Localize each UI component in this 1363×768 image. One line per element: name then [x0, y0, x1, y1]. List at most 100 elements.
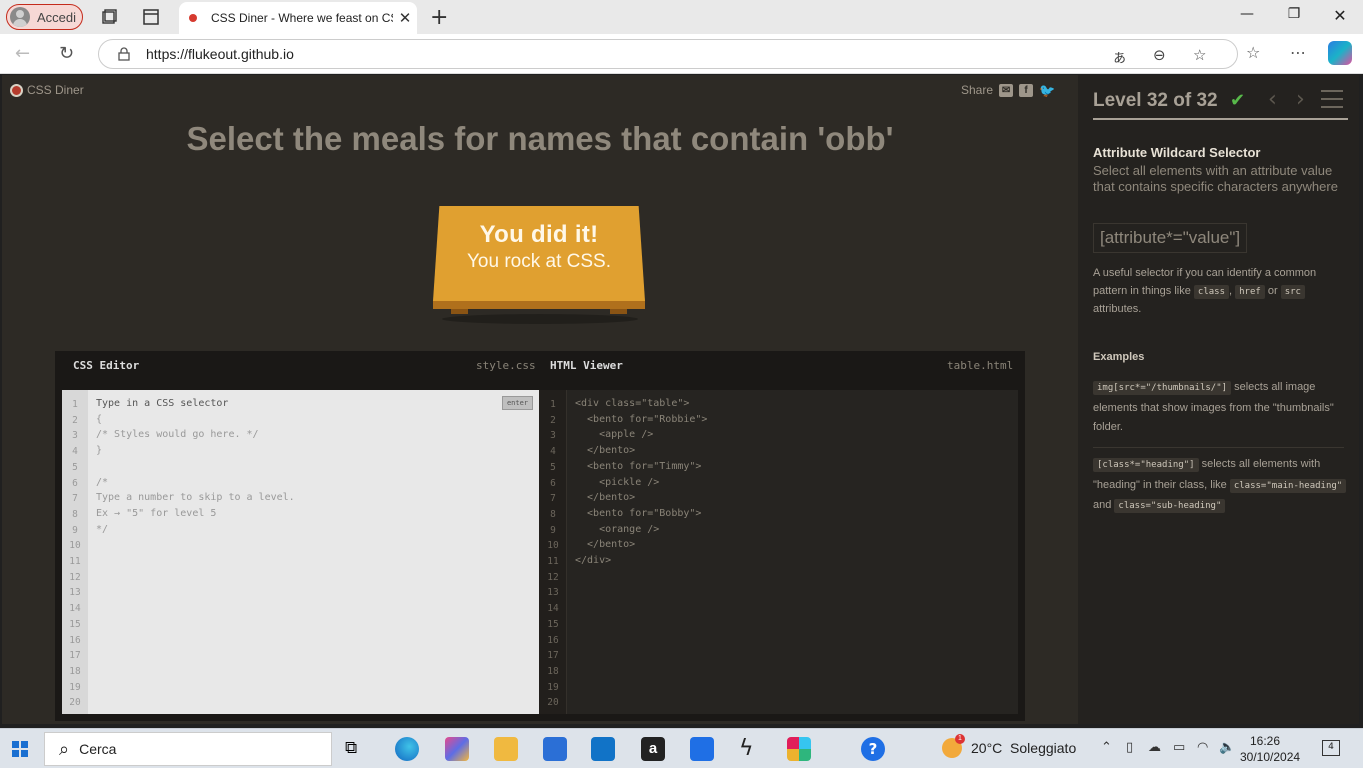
share-bar: Share ✉ f 🐦: [961, 83, 1055, 97]
outlook-icon[interactable]: [591, 737, 615, 761]
table-leg: [451, 309, 468, 314]
weather-widget[interactable]: 1 20°C Soleggiato: [942, 734, 1077, 758]
example-code: [class*="heading"]: [1093, 458, 1199, 472]
line-number: 8: [550, 508, 556, 520]
help-icon[interactable]: ?: [861, 737, 885, 761]
html-viewer-pane: 1 2 3 4 5 6 7 8 9 10 11 12 13 14 15 16 17 18 19 20 <div cla…: [539, 390, 1018, 714]
volume-icon[interactable]: 🔈: [1219, 740, 1235, 755]
code-line: Ex → "5" for level 5: [96, 507, 217, 519]
read-aloud-icon[interactable]: ぁ: [1112, 46, 1127, 67]
minimize-button[interactable]: —: [1232, 6, 1262, 22]
enter-button[interactable]: enter: [502, 396, 533, 410]
line-number: 18: [69, 665, 81, 677]
more-icon[interactable]: ⋯: [1290, 43, 1306, 62]
examples-title: Examples: [1093, 351, 1145, 363]
code-line: <div class="table">: [575, 398, 690, 409]
url-field[interactable]: https://flukeout.github.io ぁ ⊖ ☆: [98, 39, 1238, 69]
selector-syntax: [attribute*="value"]: [1093, 223, 1248, 253]
next-level-icon[interactable]: ›: [1296, 87, 1305, 112]
win-subtitle: You rock at CSS.: [467, 251, 611, 272]
copilot-icon[interactable]: [1328, 41, 1352, 65]
close-tab-icon[interactable]: ✕: [393, 9, 417, 27]
editor-window: CSS Editor style.css HTML Viewer table.h…: [55, 351, 1025, 721]
email-share-icon[interactable]: ✉: [999, 83, 1014, 97]
new-tab-button[interactable]: +: [430, 5, 448, 30]
line-number: 6: [72, 477, 78, 489]
show-hidden-icons-icon[interactable]: ⌃: [1101, 740, 1112, 755]
line-number: 13: [547, 587, 559, 599]
clock-date: 30/10/2024: [1240, 750, 1301, 764]
taskbar-search[interactable]: ⌕ Cerca: [44, 732, 332, 766]
zoom-icon[interactable]: ⊖: [1153, 46, 1166, 64]
twitter-share-icon[interactable]: 🐦: [1039, 84, 1055, 97]
line-number: 10: [69, 540, 81, 552]
weather-sun-icon: 1: [942, 734, 965, 758]
store-icon[interactable]: [543, 737, 567, 761]
avatar-icon: [10, 7, 30, 27]
active-tab[interactable]: CSS Diner - Where we feast on CSS ✕: [179, 2, 417, 34]
lock-icon[interactable]: [118, 47, 130, 61]
onedrive-icon[interactable]: ☁: [1148, 740, 1161, 755]
logo[interactable]: CSS Diner: [10, 83, 84, 97]
code-line: /* Styles would go here. */: [96, 429, 259, 441]
code-line: <bento for="Timmy">: [575, 460, 702, 472]
refresh-icon[interactable]: ↻: [59, 43, 74, 64]
example-2: [class*="heading"] selects all elements …: [1093, 455, 1348, 517]
code-line: }: [96, 445, 103, 457]
code-line: </bento>: [575, 539, 636, 551]
edge-icon[interactable]: [395, 737, 419, 761]
line-number: 9: [550, 524, 556, 536]
css-file-name: style.css: [476, 359, 536, 372]
hint-code: src: [1280, 284, 1305, 299]
menu-icon[interactable]: [1321, 90, 1343, 108]
example-1: img[src*="/thumbnails/"] selects all ima…: [1093, 378, 1348, 438]
css-input-pane[interactable]: 1 2 3 4 5 6 7 8 9 10 11 12 13 14 15 16 17 18 19 20 Type in …: [62, 390, 539, 714]
line-number: 5: [72, 461, 78, 473]
line-number: 3: [550, 430, 556, 442]
task-view-icon[interactable]: ⧉: [345, 738, 369, 762]
notifications-icon[interactable]: 4: [1322, 740, 1340, 756]
previous-level-icon[interactable]: ‹: [1268, 87, 1277, 112]
example-code: class="main-heading": [1229, 478, 1347, 493]
favorite-star-icon[interactable]: ☆: [1193, 46, 1206, 64]
line-number: 16: [69, 634, 81, 646]
app-icon[interactable]: ϟ: [739, 737, 763, 761]
logo-text: CSS Diner: [27, 83, 84, 97]
code-line: <pickle />: [575, 476, 660, 488]
file-explorer-icon[interactable]: [494, 737, 518, 761]
line-number: 11: [547, 556, 559, 567]
line-number: 15: [547, 618, 559, 630]
line-number: 4: [550, 446, 556, 458]
workspaces-icon[interactable]: [99, 7, 119, 27]
battery-icon[interactable]: ▭: [1173, 740, 1185, 755]
line-number: 4: [72, 446, 78, 458]
slack-icon[interactable]: [787, 737, 811, 761]
clock[interactable]: 16:26 30/10/2024: [1240, 733, 1301, 765]
amazon-icon[interactable]: a: [641, 737, 665, 761]
example-text: and: [1093, 499, 1112, 511]
weather-text: 20°C Soleggiato: [971, 740, 1077, 756]
restore-button[interactable]: ❐: [1279, 6, 1309, 22]
dropbox-icon[interactable]: [690, 737, 714, 761]
profile-button[interactable]: Accedi: [6, 4, 83, 30]
line-number: 7: [550, 493, 556, 505]
close-window-button[interactable]: ✕: [1325, 6, 1355, 25]
wifi-icon[interactable]: ◠: [1197, 740, 1208, 755]
win-title: You did it!: [479, 221, 599, 248]
hint-text: or: [1267, 284, 1278, 297]
line-number: 17: [547, 650, 559, 662]
device-icon[interactable]: ▯: [1126, 740, 1133, 755]
back-icon[interactable]: ←: [15, 43, 30, 64]
html-viewer-title: HTML Viewer: [550, 359, 623, 372]
copilot-app-icon[interactable]: [445, 737, 469, 761]
start-button[interactable]: [12, 741, 28, 757]
line-number: 20: [547, 697, 559, 709]
tab-bar: Accedi CSS Diner - Where we feast on CSS…: [0, 0, 1363, 34]
divider: [1093, 447, 1344, 448]
address-bar: ← ↻ https://flukeout.github.io ぁ ⊖ ☆ ☆ ⋯: [0, 34, 1363, 74]
line-number: 9: [72, 524, 78, 536]
vertical-tabs-icon[interactable]: [141, 7, 161, 27]
facebook-share-icon[interactable]: f: [1019, 83, 1034, 97]
favorites-icon[interactable]: ☆: [1246, 43, 1260, 62]
line-number: 12: [547, 571, 559, 583]
